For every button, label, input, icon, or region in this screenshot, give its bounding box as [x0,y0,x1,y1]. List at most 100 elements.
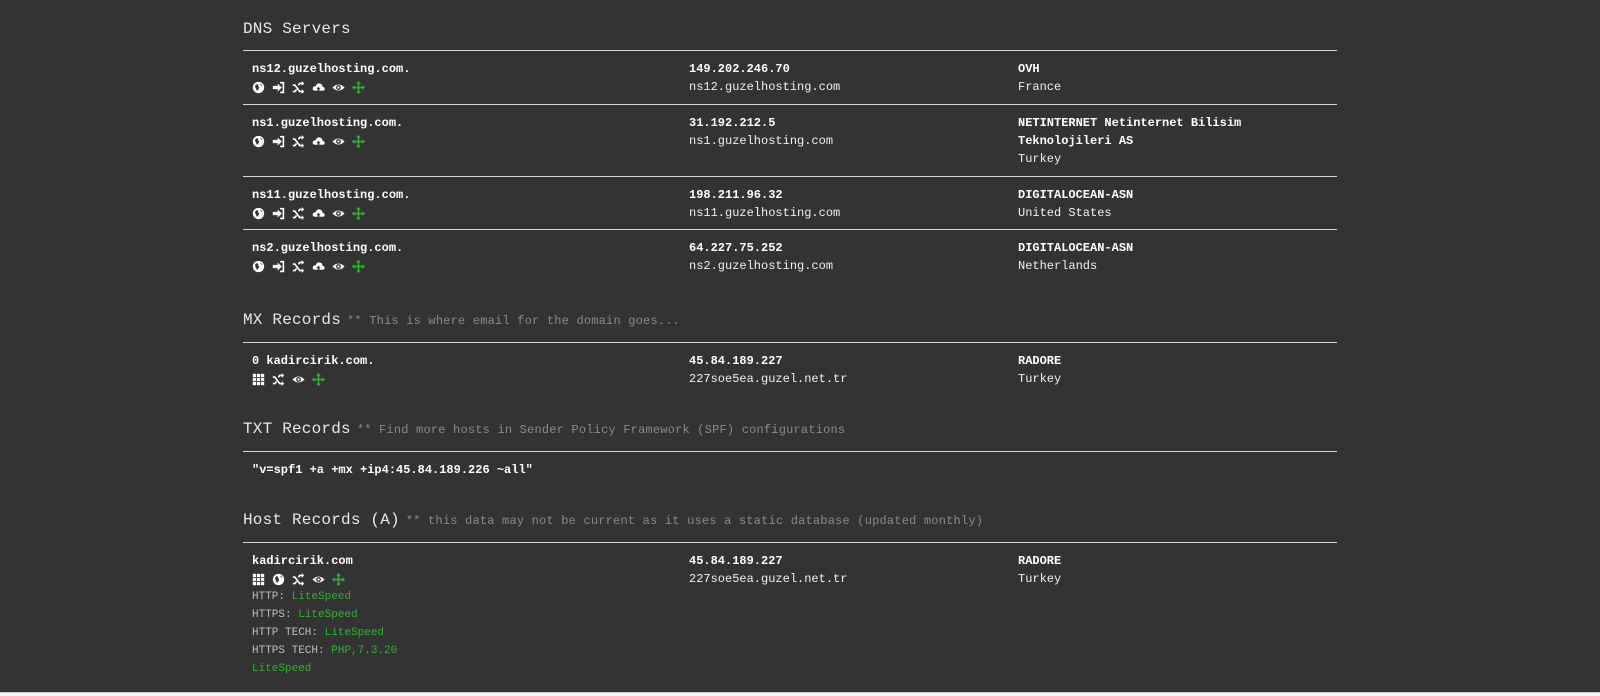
shuffle-icon[interactable] [292,259,305,273]
http-tech-value: LiteSpeed [324,627,385,639]
dns-row-asn-col: OVH France [1018,60,1318,96]
dns-row-asn-col: DIGITALOCEAN-ASN United States [1018,186,1318,222]
mx-title: MX Records [243,311,342,329]
dns-row-host-col: ns11.guzelhosting.com. [252,186,672,222]
cloud-upload-icon[interactable] [312,207,325,220]
globe-icon[interactable] [252,135,265,148]
eye-icon[interactable] [332,260,345,273]
https-label: HTTPS: [252,609,292,621]
eye-icon[interactable] [332,81,345,94]
dns-ip: 149.202.246.70 [689,62,790,76]
https-value: LiteSpeed [298,609,358,621]
globe-icon[interactable] [272,573,285,586]
dns-action-icons [252,257,672,275]
https-tech-value: PHP,7.3.20 [331,645,398,657]
host-row-host-col: kadircirik.com HTTP: LiteSpeed HTTPS: Li… [252,552,672,678]
grid-icon[interactable] [252,373,265,386]
host-asn: RADORE [1018,554,1062,568]
https-tech-line-2: LiteSpeed [252,660,672,678]
expand-arrows-icon[interactable] [352,259,365,273]
globe-icon[interactable] [252,260,265,273]
sign-in-icon[interactable] [272,207,285,220]
dns-row-ip-col: 64.227.75.252 ns2.guzelhosting.com [689,239,999,275]
expand-arrows-icon[interactable] [352,206,365,220]
shuffle-icon[interactable] [292,134,305,148]
dns-country: Turkey [1018,152,1062,166]
dns-host: ns11.guzelhosting.com. [252,188,411,202]
mx-section-title: MX Records ** This is where email for the… [243,309,1337,331]
eye-icon[interactable] [312,573,325,586]
dns-row-ip-col: 31.192.212.5 ns1.guzelhosting.com [689,114,999,150]
http-value: LiteSpeed [291,591,352,603]
dns-asn: NETINTERNET Netinternet Bilisim [1018,116,1242,130]
mx-row: 0 kadircirik.com. 45.84.189.227 227soe5e… [243,343,1337,395]
mx-rdns: 227soe5ea.guzel.net.tr [689,372,848,386]
eye-icon[interactable] [332,207,345,220]
shuffle-icon[interactable] [272,372,285,386]
host-ip: 45.84.189.227 [689,554,783,568]
globe-icon[interactable] [252,81,265,94]
dns-action-icons [252,204,672,222]
mx-ip: 45.84.189.227 [689,354,783,368]
expand-arrows-icon[interactable] [352,80,365,94]
shuffle-icon[interactable] [292,80,305,94]
http-server-line: HTTP: LiteSpeed [252,588,672,606]
sign-in-icon[interactable] [272,135,285,148]
mx-row-ip-col: 45.84.189.227 227soe5ea.guzel.net.tr [689,352,999,388]
dns-asn: OVH [1018,62,1040,76]
dns-host: ns2.guzelhosting.com. [252,241,404,255]
mx-host: 0 kadircirik.com. [252,354,375,368]
dns-section: DNS Servers [243,18,1337,40]
dns-host: ns1.guzelhosting.com. [252,116,404,130]
host-title: Host Records (A) [243,511,400,529]
shuffle-icon[interactable] [292,572,305,586]
host-row-asn-col: RADORE Turkey [1018,552,1318,588]
txt-value: "v=spf1 +a +mx +ip4:45.84.189.226 ~all" [252,463,533,477]
mx-row-asn-col: RADORE Turkey [1018,352,1318,388]
host-country: Turkey [1018,572,1062,586]
dns-row-ip-col: 149.202.246.70 ns12.guzelhosting.com [689,60,999,96]
expand-arrows-icon[interactable] [312,372,325,386]
dns-row: ns2.guzelhosting.com. 64.227.75.252 ns2.… [243,230,1337,283]
host-rdns: 227soe5ea.guzel.net.tr [689,572,848,586]
dns-asn-line2: Teknolojileri AS [1018,134,1134,148]
host-name: kadircirik.com [252,554,353,568]
sign-in-icon[interactable] [272,260,285,273]
cloud-upload-icon[interactable] [312,260,325,273]
dns-rdns: ns2.guzelhosting.com [689,259,834,273]
dns-row: ns11.guzelhosting.com. 198.211.96.32 ns1… [243,177,1337,230]
host-section-title: Host Records (A) ** this data may not be … [243,509,1337,531]
dns-country: France [1018,80,1062,94]
dns-rdns: ns12.guzelhosting.com [689,80,841,94]
https-tech-label: HTTPS TECH: [252,645,325,657]
eye-icon[interactable] [332,135,345,148]
mx-action-icons [252,370,672,388]
host-action-icons [252,570,672,588]
dns-host: ns12.guzelhosting.com. [252,62,411,76]
eye-icon[interactable] [292,373,305,386]
dns-row: ns1.guzelhosting.com. 31.192.212.5 ns1.g… [243,105,1337,177]
http-label: HTTP: [252,591,286,603]
dns-row-ip-col: 198.211.96.32 ns11.guzelhosting.com [689,186,999,222]
globe-icon[interactable] [252,207,265,220]
txt-section-title: TXT Records ** Find more hosts in Sender … [243,418,1337,440]
https-tech-line: HTTPS TECH: PHP,7.3.20 [252,642,672,660]
dns-country: United States [1018,206,1112,220]
expand-arrows-icon[interactable] [332,572,345,586]
host-row: kadircirik.com HTTP: LiteSpeed HTTPS: Li… [243,543,1337,683]
dns-country: Netherlands [1018,259,1098,273]
dns-row-host-col: ns12.guzelhosting.com. [252,60,672,96]
cloud-upload-icon[interactable] [312,135,325,148]
mx-row-host-col: 0 kadircirik.com. [252,352,672,388]
mx-country: Turkey [1018,372,1062,386]
sign-in-icon[interactable] [272,81,285,94]
dns-ip: 31.192.212.5 [689,116,776,130]
grid-icon[interactable] [252,573,265,586]
txt-row-col: "v=spf1 +a +mx +ip4:45.84.189.226 ~all" [252,461,952,479]
host-section: Host Records (A) ** this data may not be … [243,509,1337,531]
dns-ip: 64.227.75.252 [689,241,783,255]
cloud-upload-icon[interactable] [312,81,325,94]
page: DNS Servers ns12.guzelhosting.com. 149.2… [0,0,1600,696]
expand-arrows-icon[interactable] [352,134,365,148]
shuffle-icon[interactable] [292,206,305,220]
